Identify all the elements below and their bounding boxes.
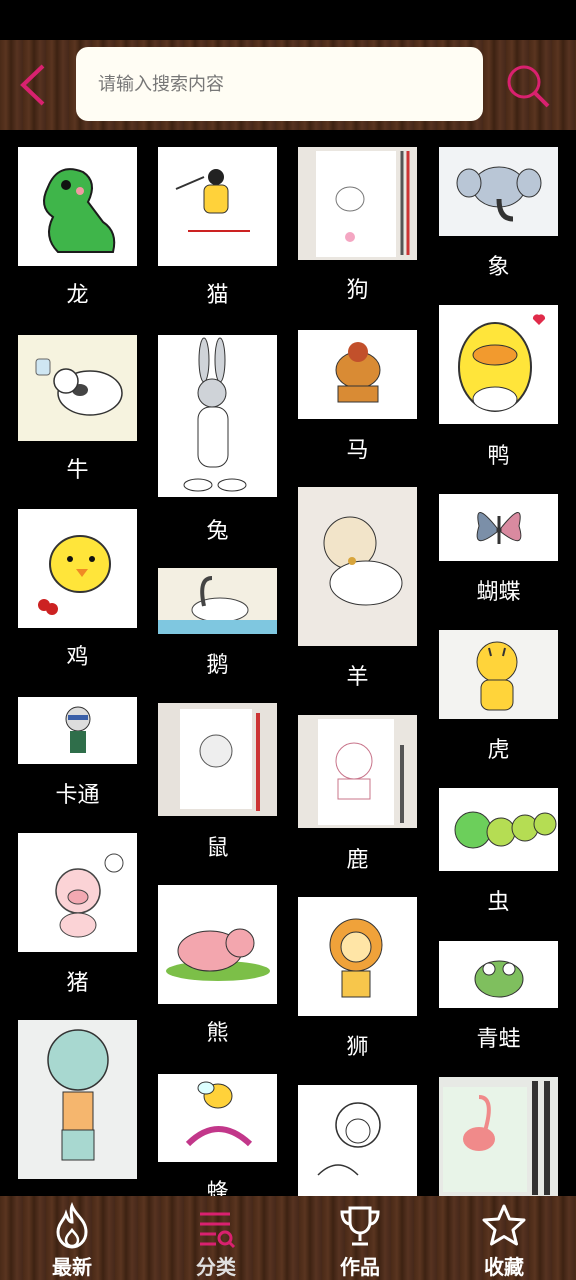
category-label: 狗 bbox=[346, 278, 369, 303]
chick-drawing-image bbox=[18, 509, 137, 628]
tab-category[interactable]: 分类 bbox=[144, 1196, 288, 1280]
tiger-drawing-image bbox=[439, 630, 558, 719]
category-label: 牛 bbox=[66, 458, 89, 483]
chevron-left-icon bbox=[20, 64, 45, 106]
duck-drawing-image bbox=[439, 305, 558, 424]
mouse-sketch-image bbox=[158, 703, 277, 816]
tab-works[interactable]: 作品 bbox=[288, 1196, 432, 1280]
swan-drawing-image bbox=[158, 568, 277, 634]
category-label: 鹅 bbox=[206, 653, 229, 678]
lion-drawing-image bbox=[298, 897, 417, 1016]
category-label: 羊 bbox=[346, 665, 369, 690]
category-label: 鹿 bbox=[346, 848, 369, 873]
category-label: 蝴蝶 bbox=[476, 580, 521, 605]
frog-drawing-image bbox=[439, 941, 558, 1008]
category-label: 象 bbox=[487, 255, 510, 280]
category-list-icon bbox=[200, 1212, 236, 1249]
search-button[interactable] bbox=[500, 58, 556, 114]
category-label: 鼠 bbox=[206, 836, 229, 861]
category-label: 虫 bbox=[487, 890, 510, 915]
tab-favorites[interactable]: 收藏 bbox=[432, 1196, 576, 1280]
bottom-tab-bar: 最新 分类 作品 收藏 bbox=[0, 1196, 576, 1280]
search-input[interactable] bbox=[76, 47, 483, 121]
deer-sketch-image bbox=[298, 715, 417, 828]
elephant-drawing-image bbox=[439, 147, 558, 236]
butterfly-drawing-image bbox=[439, 494, 558, 561]
category-label: 兔 bbox=[206, 519, 229, 544]
star-icon bbox=[482, 1204, 526, 1246]
category-label: 卡通 bbox=[55, 783, 100, 808]
category-label: 龙 bbox=[66, 283, 89, 308]
rabbit-drawing-image bbox=[158, 335, 277, 497]
category-label: 狮 bbox=[346, 1035, 369, 1060]
sheep-drawing-image bbox=[298, 487, 417, 646]
category-label: 鸭 bbox=[487, 444, 510, 469]
category-label: 蜂 bbox=[206, 1180, 229, 1196]
pig-drawing-image bbox=[18, 833, 137, 952]
top-bar bbox=[0, 40, 576, 130]
category-label: 青蛙 bbox=[476, 1027, 521, 1052]
caterpillar-drawing-image bbox=[439, 788, 558, 871]
flame-icon bbox=[56, 1202, 88, 1249]
cow-drawing-image bbox=[18, 335, 137, 441]
status-bar bbox=[0, 0, 576, 40]
tab-label: 最新 bbox=[52, 1255, 92, 1279]
category-label: 猫 bbox=[206, 283, 229, 308]
category-grid: 龙 牛 鸡 卡通 猪 猫 兔 鹅 鼠 熊 蜂 狗 马 羊 鹿 狮 象 鸭 蝴蝶 … bbox=[0, 130, 576, 1196]
tab-latest[interactable]: 最新 bbox=[0, 1196, 144, 1280]
category-label: 虎 bbox=[487, 738, 510, 763]
horse-drawing-image bbox=[298, 330, 417, 419]
tab-label: 分类 bbox=[196, 1255, 236, 1279]
cat-drawing-image bbox=[158, 147, 277, 266]
search-icon bbox=[507, 65, 550, 108]
category-label: 熊 bbox=[206, 1021, 229, 1046]
category-label: 马 bbox=[346, 438, 369, 463]
tab-label: 作品 bbox=[340, 1255, 380, 1279]
squid-drawing-image bbox=[18, 1020, 137, 1179]
cartoon-ninja-drawing-image bbox=[18, 697, 137, 764]
dog-sketch-image bbox=[298, 147, 417, 260]
dinosaur-drawing-image bbox=[18, 147, 137, 266]
trophy-icon bbox=[340, 1206, 380, 1246]
category-label: 猪 bbox=[66, 971, 89, 996]
back-button[interactable] bbox=[10, 60, 60, 110]
flamingo-drawing-image bbox=[439, 1077, 558, 1196]
bear-drawing-image bbox=[158, 885, 277, 1004]
bee-drawing-image bbox=[158, 1074, 277, 1162]
monkey-drawing-image bbox=[298, 1085, 417, 1196]
tab-label: 收藏 bbox=[484, 1255, 524, 1279]
category-label: 鸡 bbox=[66, 645, 89, 670]
